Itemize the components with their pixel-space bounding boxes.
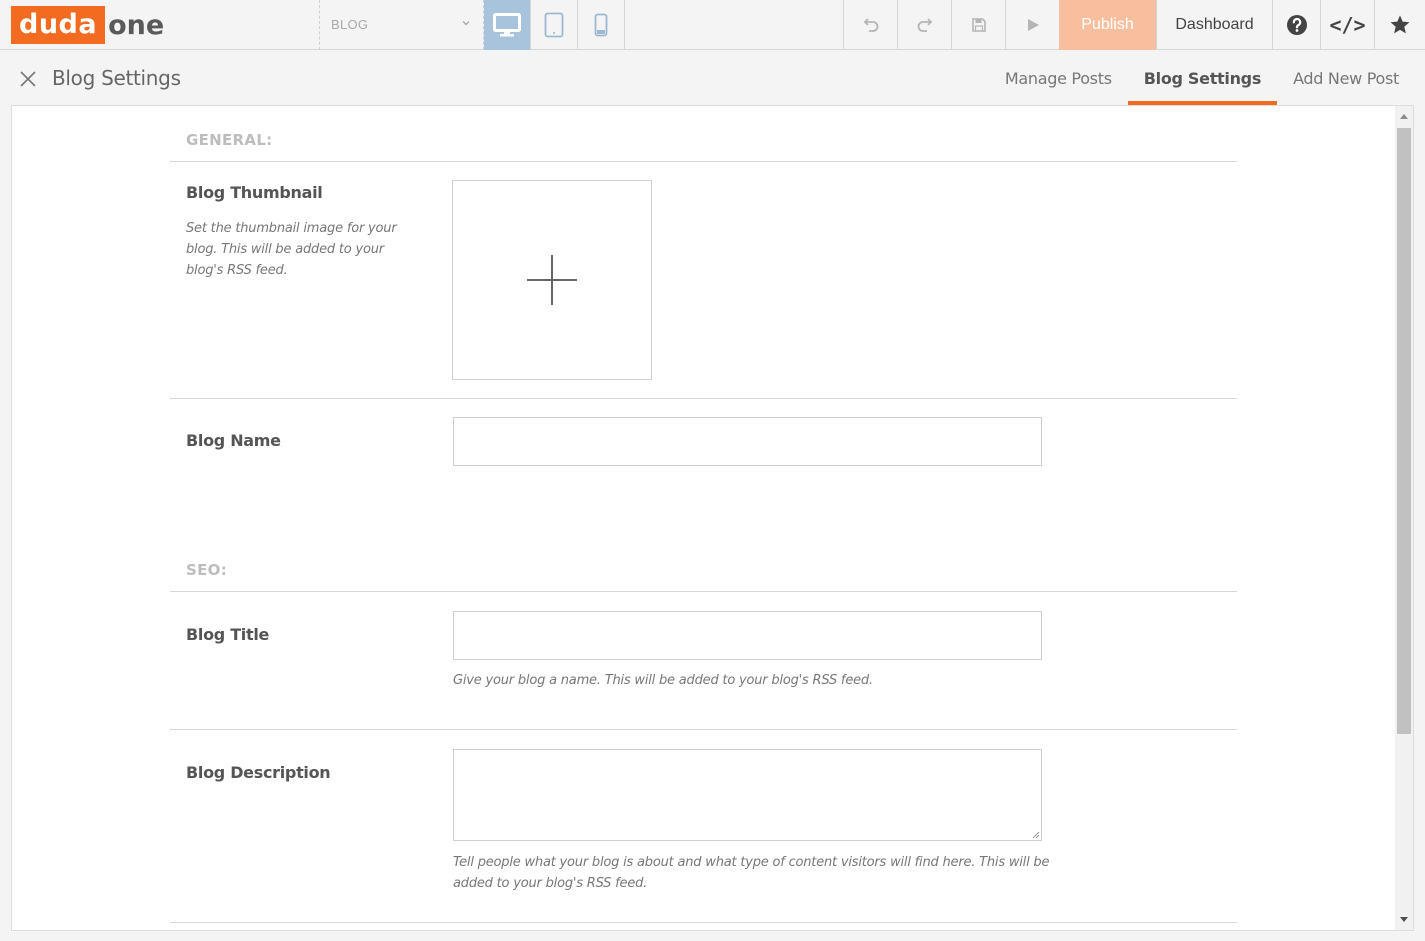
undo-icon	[863, 18, 878, 32]
blog-description-textarea[interactable]	[453, 749, 1042, 841]
blog-description-help: Tell people what your blog is about and …	[453, 855, 1050, 891]
seo-section-label: SEO:	[186, 561, 227, 579]
star-icon	[1390, 15, 1410, 34]
tab-manage-posts[interactable]: Manage Posts	[989, 50, 1128, 106]
help-icon	[1286, 15, 1307, 35]
scroll-down-arrow[interactable]	[1395, 910, 1413, 930]
preview-button[interactable]	[1005, 0, 1059, 50]
scrollbar-thumb[interactable]	[1397, 128, 1411, 734]
help-button[interactable]	[1272, 0, 1320, 50]
page-selector-dropdown[interactable]: BLOG	[319, 0, 484, 50]
duda-one-logo[interactable]: duda one	[11, 6, 164, 44]
thumbnail-upload[interactable]	[452, 180, 652, 380]
code-icon: </>	[1329, 13, 1366, 37]
resize-grip-icon[interactable]	[1030, 829, 1040, 839]
publish-button[interactable]: Publish	[1059, 0, 1156, 50]
save-button[interactable]	[951, 0, 1005, 50]
divider	[170, 591, 1237, 592]
dashboard-button[interactable]: Dashboard	[1156, 0, 1272, 50]
blog-thumbnail-label: Blog Thumbnail	[186, 183, 323, 202]
undo-button[interactable]	[843, 0, 897, 50]
top-toolbar: duda one BLOG Publish Dashboard </>	[0, 0, 1425, 50]
redo-button[interactable]	[897, 0, 951, 50]
vertical-scrollbar[interactable]	[1395, 106, 1413, 930]
page-selector-value: BLOG	[331, 17, 369, 32]
tab-blog-settings[interactable]: Blog Settings	[1127, 50, 1278, 106]
blog-description-label: Blog Description	[186, 763, 331, 782]
blog-tabs: Manage Posts Blog Settings Add New Post	[989, 50, 1415, 106]
monitor-icon	[493, 13, 521, 37]
close-icon[interactable]	[19, 70, 37, 88]
general-section-label: GENERAL:	[186, 131, 273, 149]
mobile-view-button[interactable]	[578, 0, 625, 50]
logo-brand: duda	[11, 6, 106, 44]
blog-subheader: Blog Settings Manage Posts Blog Settings…	[0, 50, 1425, 106]
triangle-up-icon	[1400, 114, 1408, 119]
plus-icon	[527, 255, 577, 305]
divider	[170, 398, 1237, 399]
desktop-view-button[interactable]	[484, 0, 531, 50]
triangle-down-icon	[1400, 917, 1408, 922]
logo-suffix: one	[108, 9, 165, 41]
blog-thumbnail-description: Set the thumbnail image for your blog. T…	[186, 221, 397, 278]
blog-name-input[interactable]	[453, 417, 1042, 466]
blog-name-label: Blog Name	[186, 431, 281, 450]
code-editor-button[interactable]: </>	[1320, 0, 1374, 50]
blog-title-help: Give your blog a name. This will be adde…	[453, 673, 873, 688]
blog-title-input[interactable]	[453, 611, 1042, 660]
divider	[170, 729, 1237, 730]
save-icon	[971, 18, 986, 32]
scroll-up-arrow[interactable]	[1395, 106, 1413, 126]
divider	[170, 922, 1237, 923]
tablet-icon	[544, 12, 564, 38]
settings-panel: GENERAL: Blog Thumbnail Set the thumbnai…	[11, 105, 1414, 931]
favorites-button[interactable]	[1374, 0, 1425, 50]
redo-icon	[917, 18, 932, 32]
blog-title-label: Blog Title	[186, 625, 270, 644]
page-title: Blog Settings	[52, 66, 181, 90]
play-icon	[1027, 19, 1039, 31]
divider	[170, 161, 1237, 162]
tab-add-new-post[interactable]: Add New Post	[1277, 50, 1415, 106]
tablet-view-button[interactable]	[531, 0, 578, 50]
chevron-down-icon	[462, 21, 470, 26]
mobile-icon	[594, 13, 608, 37]
